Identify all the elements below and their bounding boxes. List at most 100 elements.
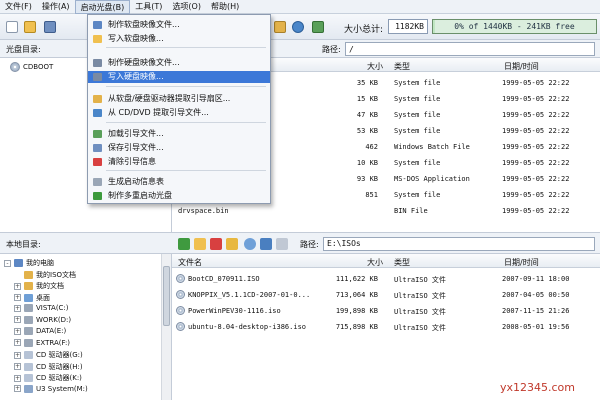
up-folder-icon[interactable] [178,238,190,250]
col-date[interactable]: 日期/时间 [504,61,539,72]
tree-node[interactable]: + CD 驱动器(G:) [14,350,83,360]
cell-size: 111,622 KB [335,275,378,283]
watermark: yx12345.com [500,381,576,394]
bootable-dropdown-menu: 制作软盘映像文件... 写入软盘映像... 制作硬盘映像文件... 写入硬盘映像...… [87,14,271,204]
new-folder-icon[interactable] [194,238,206,250]
cell-date: 1999-05-05 22:22 [502,207,570,215]
tree-root-label: CDBOOT [23,63,54,71]
cell-size: 53 KB [356,127,378,135]
refresh-icon[interactable] [244,238,256,250]
menu-help[interactable]: 帮助(H) [206,0,244,14]
menu-item[interactable]: 制作软盘映像文件... [88,19,270,31]
menu-item[interactable]: 从 CD/DVD 提取引导文件... [88,107,270,119]
col-size[interactable]: 大小 [367,257,383,268]
menu-options[interactable]: 选项(O) [167,0,206,14]
scrollbar-thumb[interactable] [163,266,170,326]
tree-node[interactable]: + WORK(D:) [14,315,71,324]
expander-icon[interactable]: + [14,385,21,392]
open-folder-icon[interactable] [24,21,36,33]
cell-date: 2008-05-01 19:56 [502,323,570,331]
menu-item-icon [93,59,102,67]
menu-tools[interactable]: 工具(T) [130,0,167,14]
tree-node[interactable]: + EXTRA(F:) [14,338,70,347]
cell-name: drvspace.bin [178,207,229,215]
drive-icon [24,315,33,324]
cell-type: System file [394,127,441,135]
expander-icon[interactable]: + [14,282,21,290]
menu-item-label: 清除引导信息 [108,157,156,166]
tree-node-label: 桌面 [36,293,50,302]
cell-date: 1999-05-05 22:22 [502,191,570,199]
expander-icon[interactable]: + [14,339,21,346]
table-row[interactable]: KNOPPIX_V5.1.1CD-2007-01-0... 713,064 KB U… [172,288,600,302]
folder-icon[interactable] [226,238,238,250]
tree-node[interactable]: + VISTA(C:) [14,304,69,312]
mount-icon[interactable] [312,21,324,33]
cell-size: 35 KB [356,79,378,87]
local-tree-label: 本地目录: [6,240,41,249]
menu-item-icon [93,21,102,29]
menu-file[interactable]: 文件(F) [0,0,37,14]
tree-node[interactable]: + 桌面 [14,293,50,303]
menu-item[interactable]: 从软盘/硬盘驱动器提取引导扇区... [88,93,270,105]
tree-node-label: 我的文档 [36,282,64,290]
cell-type: System file [394,79,441,87]
tree-node[interactable]: + 我的文档 [14,281,64,291]
image-path-field[interactable]: / [345,42,595,56]
drive-icon [24,338,33,347]
tree-node[interactable]: + U3 System(M:) [14,384,88,393]
options-icon[interactable] [276,238,288,250]
table-row[interactable]: drvspace.bin BIN File 1999-05-05 22:22 [172,204,600,218]
local-path-field[interactable]: E:\ISOs [323,237,595,251]
expander-icon[interactable]: + [14,363,21,370]
menu-item[interactable]: 制作硬盘映像文件... [88,57,270,69]
menu-item[interactable]: 加载引导文件... [88,128,270,140]
expander-icon[interactable]: + [14,374,21,382]
expander-icon[interactable]: + [14,294,21,301]
cell-type: System file [394,95,441,103]
menu-item[interactable]: 制作多重启动光盘 [88,190,270,202]
col-type[interactable]: 类型 [394,257,410,268]
expander-icon[interactable]: + [14,351,21,359]
new-file-icon[interactable] [6,21,18,33]
expander-icon[interactable]: + [14,316,21,323]
menu-item[interactable]: 写入硬盘映像... [88,71,270,83]
menu-bootable[interactable]: 启动光盘(B) [74,0,131,14]
col-size[interactable]: 大小 [367,61,383,72]
table-row[interactable]: PowerWinPEV30-1116.iso 199,898 KB UltraISO… [172,304,600,318]
menu-item[interactable]: 生成启动信息表 [88,176,270,188]
col-type[interactable]: 类型 [394,61,410,72]
expander-icon[interactable]: + [14,327,21,335]
view-icon[interactable] [260,238,272,250]
tree-node[interactable]: + CD 驱动器(H:) [14,362,83,372]
menu-item[interactable]: 保存引导文件... [88,142,270,154]
tree-node[interactable]: - 我的电脑 [4,258,54,268]
drive-icon [24,304,33,312]
col-date[interactable]: 日期/时间 [504,257,539,268]
cell-type: UltraISO 文件 [394,308,446,316]
menu-item-icon [93,73,102,81]
iso-file-icon [176,306,185,315]
table-row[interactable]: ubuntu-8.04-desktop-i386.iso 715,898 KB Ul… [172,320,600,334]
save-icon[interactable] [44,21,56,33]
menu-actions[interactable]: 操作(A) [37,0,75,14]
burn-icon[interactable] [292,21,304,33]
menu-separator [106,122,266,123]
menu-item-icon [93,109,102,117]
tree-root-cdboot[interactable]: CDBOOT [10,62,53,72]
tree-node[interactable]: + DATA(E:) [14,327,66,335]
menu-item[interactable]: 写入软盘映像... [88,33,270,45]
delete-icon[interactable] [210,238,222,250]
image-path-label: 路径: [322,45,341,54]
menu-item[interactable]: 清除引导信息 [88,156,270,168]
expander-icon[interactable]: - [4,259,11,267]
properties-icon[interactable] [274,21,286,33]
menu-item-label: 制作多重启动光盘 [108,191,172,200]
expander-icon[interactable]: + [14,304,21,312]
col-filename[interactable]: 文件名 [178,257,202,268]
local-tree-scrollbar[interactable] [161,254,171,400]
tree-node[interactable]: + CD 驱动器(K:) [14,373,82,383]
table-row[interactable]: BootCD_070911.ISO 111,622 KB UltraISO 文件 20… [172,272,600,286]
tree-node[interactable]: 我的ISO文档 [14,270,76,280]
menu-item-icon [93,178,102,186]
